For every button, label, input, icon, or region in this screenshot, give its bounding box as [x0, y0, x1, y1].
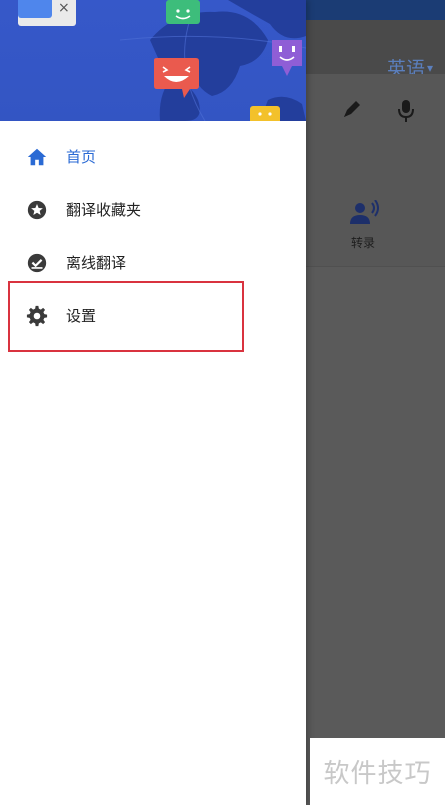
gear-icon — [26, 305, 48, 326]
drawer-item-home[interactable]: 首页 — [0, 130, 306, 183]
transcribe-icon — [350, 200, 379, 224]
transcribe-button[interactable]: 转录 — [340, 200, 386, 251]
drawer-item-offline[interactable]: 离线翻译 — [0, 236, 306, 289]
drawer-item-label: 离线翻译 — [66, 254, 127, 272]
drawer-menu: 首页 翻译收藏夹 离线翻译 设置 — [0, 130, 306, 342]
drawer-item-favorites[interactable]: 翻译收藏夹 — [0, 183, 306, 236]
drawer-item-label: 首页 — [66, 148, 97, 166]
home-icon — [27, 148, 47, 165]
svg-text:×: × — [58, 0, 70, 16]
pen-icon[interactable] — [340, 97, 364, 121]
watermark: 软件技巧 — [310, 738, 445, 805]
world-map-chat-illustration: × — [18, 0, 306, 121]
transcribe-label: 转录 — [350, 236, 375, 250]
drawer-header: × — [0, 0, 306, 121]
drawer-item-label: 设置 — [66, 307, 97, 325]
drawer-item-label: 翻译收藏夹 — [66, 201, 142, 219]
app-screen: 英语 ▾ 转录 × 首页 翻译收藏夹 离线翻译 设置 软件技巧 — [0, 0, 445, 805]
offline-check-icon — [27, 253, 47, 272]
drawer-item-settings[interactable]: 设置 — [0, 289, 306, 342]
chevron-down-icon: ▾ — [426, 60, 433, 75]
watermark-text: 软件技巧 — [323, 759, 432, 789]
microphone-icon[interactable] — [395, 98, 417, 124]
navigation-drawer: × 首页 翻译收藏夹 离线翻译 设置 — [0, 0, 306, 805]
star-icon — [27, 200, 47, 219]
